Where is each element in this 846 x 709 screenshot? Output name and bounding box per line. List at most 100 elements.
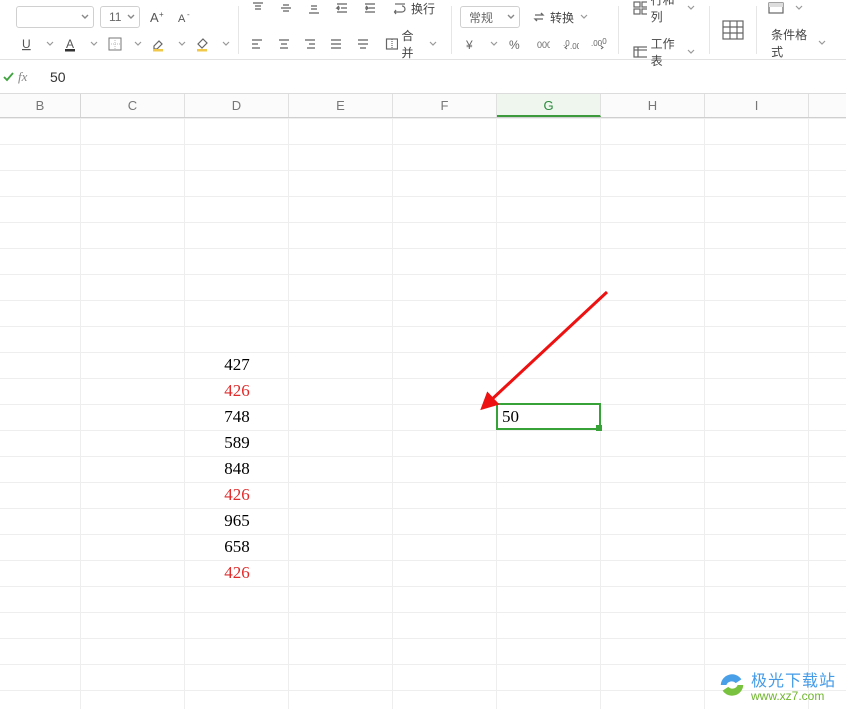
decrease-font-icon[interactable]: A- — [174, 7, 196, 27]
merge-cells-button[interactable]: 合并 — [379, 25, 443, 63]
percent-icon[interactable]: % — [504, 34, 526, 54]
svg-text:000: 000 — [537, 40, 550, 50]
column-header-H[interactable]: H — [601, 94, 705, 117]
svg-text:¥: ¥ — [465, 38, 473, 51]
column-header-E[interactable]: E — [289, 94, 393, 117]
convert-label: 转换 — [550, 9, 574, 26]
decrease-indent-icon[interactable] — [331, 0, 353, 18]
formula-bar: fx — [0, 60, 846, 94]
font-color-icon[interactable]: A — [60, 34, 82, 54]
svg-text:.00: .00 — [570, 42, 579, 51]
svg-text:-: - — [187, 10, 190, 19]
column-header-G[interactable]: G — [497, 94, 601, 117]
conditional-format-button[interactable]: 条件格式 — [765, 24, 832, 62]
cell-value[interactable]: 748 — [185, 404, 289, 430]
cell-value[interactable]: 426 — [185, 560, 289, 586]
svg-text:A: A — [66, 37, 74, 51]
column-header-I[interactable]: I — [705, 94, 809, 117]
cell-value[interactable]: 965 — [185, 508, 289, 534]
font-size-value: 11 — [109, 10, 121, 24]
font-color-dd-icon[interactable] — [90, 40, 98, 48]
cell-style-dd-icon[interactable] — [795, 4, 803, 12]
chevron-down-icon — [507, 13, 515, 21]
cell-value[interactable]: 426 — [185, 378, 289, 404]
comma-style-icon[interactable]: 000 — [532, 34, 554, 54]
svg-text:U: U — [22, 37, 31, 51]
justify-icon[interactable] — [326, 34, 346, 54]
increase-decimal-icon[interactable]: .00.0 — [588, 34, 610, 54]
watermark: 极光下载站 www.xz7.com — [717, 667, 836, 703]
group-cells: 行和列 工作表 — [619, 6, 710, 54]
chevron-down-icon — [127, 13, 135, 21]
formula-input[interactable] — [42, 69, 846, 85]
fx-icon[interactable]: fx — [18, 69, 42, 85]
chevron-down-icon — [687, 4, 695, 12]
distributed-icon[interactable] — [353, 34, 373, 54]
rows-cols-button[interactable]: 行和列 — [627, 0, 701, 27]
watermark-title: 极光下载站 — [751, 667, 836, 691]
align-bottom-icon[interactable] — [303, 0, 325, 18]
fill-color-icon[interactable] — [192, 34, 214, 54]
ribbon-toolbar: 11 A+ A- U A — [0, 0, 846, 60]
group-cond-format: 条件格式 — [757, 6, 840, 54]
group-font: 11 A+ A- U A — [8, 6, 239, 54]
wrap-text-button[interactable]: 换行 — [387, 0, 441, 19]
underline-icon[interactable]: U — [16, 34, 38, 54]
number-format-select[interactable]: 常规 — [460, 6, 520, 28]
highlight-dd-icon[interactable] — [178, 40, 186, 48]
borders-icon[interactable] — [104, 34, 126, 54]
underline-dd-icon[interactable] — [46, 40, 54, 48]
number-format-value: 常规 — [469, 9, 493, 26]
decrease-decimal-icon[interactable]: .0.00 — [560, 34, 582, 54]
increase-indent-icon[interactable] — [359, 0, 381, 18]
align-top-icon[interactable] — [247, 0, 269, 18]
worksheet-label: 工作表 — [651, 35, 682, 69]
align-middle-icon[interactable] — [275, 0, 297, 18]
cell-value[interactable]: 848 — [185, 456, 289, 482]
increase-font-icon[interactable]: A+ — [146, 7, 168, 27]
selected-cell[interactable]: 50 — [496, 403, 601, 430]
align-left-icon[interactable] — [247, 34, 267, 54]
convert-button[interactable]: 转换 — [526, 7, 594, 28]
font-name-select[interactable] — [16, 6, 94, 28]
cell-value[interactable]: 589 — [185, 430, 289, 456]
svg-text:+: + — [159, 10, 164, 19]
chevron-down-icon — [580, 13, 588, 21]
group-table-style — [710, 6, 757, 54]
fill-handle-icon[interactable] — [596, 425, 602, 431]
chevron-down-icon — [687, 48, 695, 56]
font-size-select[interactable]: 11 — [100, 6, 140, 28]
table-style-icon[interactable] — [718, 10, 748, 50]
currency-icon[interactable]: ¥ — [460, 34, 482, 54]
cell-value[interactable]: 427 — [185, 352, 289, 378]
grid-hlines — [0, 118, 846, 709]
chevron-down-icon — [818, 39, 826, 47]
column-headers: BCDEFGHI — [0, 94, 846, 118]
column-header-C[interactable]: C — [81, 94, 185, 117]
column-header-F[interactable]: F — [393, 94, 497, 117]
column-header-D[interactable]: D — [185, 94, 289, 117]
chevron-down-icon — [81, 13, 89, 21]
group-number: 常规 转换 ¥ % 000 .0.00 .00.0 — [452, 6, 619, 54]
svg-text:A: A — [150, 10, 159, 25]
svg-text:%: % — [509, 38, 520, 51]
svg-text:.0: .0 — [600, 37, 607, 46]
worksheet-button[interactable]: 工作表 — [627, 33, 701, 71]
spreadsheet-grid[interactable]: BCDEFGHI 427426748589848426965658426 50 … — [0, 94, 846, 709]
merge-label: 合并 — [402, 27, 423, 61]
column-header-B[interactable]: B — [0, 94, 81, 117]
fill-dd-icon[interactable] — [222, 40, 230, 48]
currency-dd-icon[interactable] — [490, 40, 498, 48]
formula-accept-icon[interactable] — [0, 70, 18, 84]
cond-format-label: 条件格式 — [771, 26, 812, 60]
watermark-url: www.xz7.com — [751, 689, 836, 703]
align-right-icon[interactable] — [300, 34, 320, 54]
highlight-color-icon[interactable] — [148, 34, 170, 54]
align-center-icon[interactable] — [273, 34, 293, 54]
cell-value[interactable]: 426 — [185, 482, 289, 508]
cell-style-icon[interactable] — [765, 0, 787, 18]
group-align: 换行 合并 — [239, 6, 452, 54]
chevron-down-icon — [429, 40, 437, 48]
borders-dd-icon[interactable] — [134, 40, 142, 48]
cell-value[interactable]: 658 — [185, 534, 289, 560]
